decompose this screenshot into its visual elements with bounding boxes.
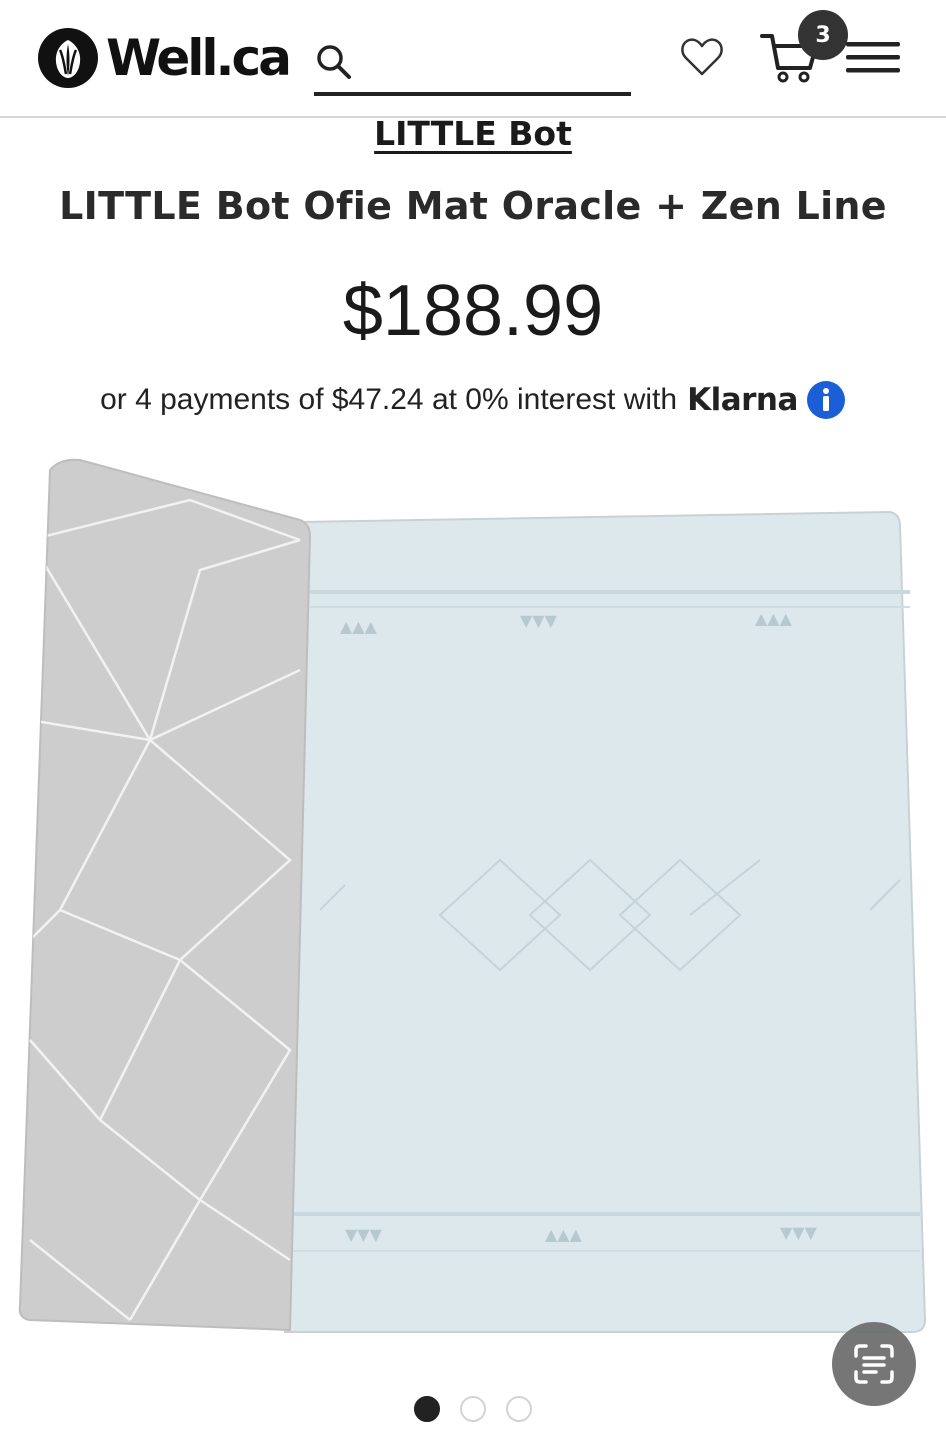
product-title: LITTLE Bot Ofie Mat Oracle + Zen Line [59, 184, 887, 228]
scan-text-icon [854, 1344, 894, 1384]
financing-text: or 4 payments of $47.24 at 0% interest w… [100, 383, 678, 416]
svg-text:▲▲▲: ▲▲▲ [755, 609, 793, 628]
info-icon[interactable] [806, 380, 846, 420]
svg-text:▲▲▲: ▲▲▲ [545, 1225, 583, 1244]
pagination-dot[interactable] [506, 1396, 532, 1422]
play-mat-illustration: ▲▲▲ ▼▼▼ ▲▲▲ ▼▼▼ ▲▲▲ ▼▼▼ [18, 458, 927, 1333]
klarna-brand: Klarna [687, 382, 798, 418]
pagination-dot[interactable] [414, 1396, 440, 1422]
product-image[interactable]: ▲▲▲ ▼▼▼ ▲▲▲ ▼▼▼ ▲▲▲ ▼▼▼ [0, 440, 946, 1360]
product-price: $188.99 [342, 271, 604, 351]
svg-text:▼▼▼: ▼▼▼ [780, 1223, 818, 1242]
cart-count-badge: 3 [798, 10, 848, 60]
pagination-dot[interactable] [460, 1396, 486, 1422]
search-bar[interactable] [314, 38, 631, 96]
heart-icon[interactable] [680, 36, 724, 78]
svg-text:▼▼▼: ▼▼▼ [520, 611, 558, 630]
site-header: Well.ca 3 [0, 0, 946, 118]
site-logo[interactable]: Well.ca [36, 26, 292, 90]
klarna-financing: or 4 payments of $47.24 at 0% interest w… [0, 380, 946, 420]
scan-text-button[interactable] [832, 1322, 916, 1406]
tulip-logo-icon [38, 28, 98, 88]
image-pagination [0, 1396, 946, 1422]
brand-link[interactable]: LITTLE Bot [0, 114, 946, 153]
logo-text: Well.ca [106, 29, 292, 87]
search-icon[interactable] [314, 42, 354, 82]
svg-text:▼▼▼: ▼▼▼ [345, 1225, 383, 1244]
svg-text:▲▲▲: ▲▲▲ [340, 617, 378, 636]
hamburger-menu-icon[interactable] [846, 38, 900, 78]
search-input[interactable] [364, 44, 628, 82]
